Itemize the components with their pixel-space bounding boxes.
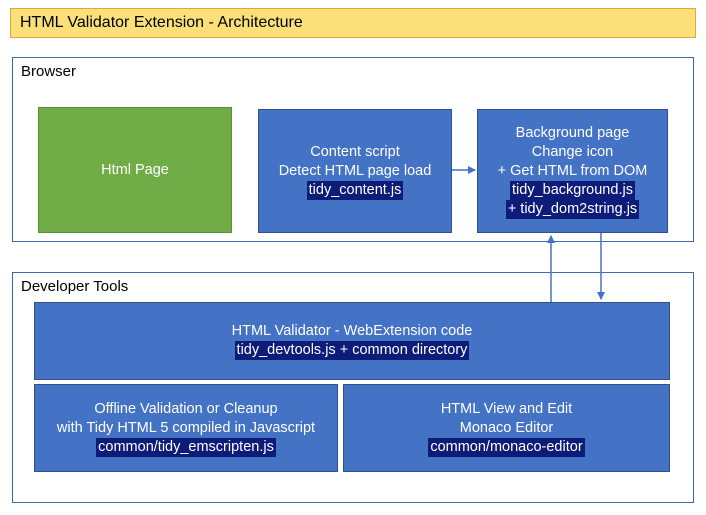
background-page-description-1: Change icon [531,143,614,160]
diagram-title-text: HTML Validator Extension - Architecture [20,14,303,31]
editor-box: HTML View and Edit Monaco Editor common/… [343,384,670,472]
editor-description: Monaco Editor [459,419,554,436]
offline-validation-title: Offline Validation or Cleanup [94,400,278,417]
background-page-file-1: tidy_background.js [510,180,635,200]
content-script-description: Detect HTML page load [278,162,432,179]
html-page-label: Html Page [101,161,169,178]
html-page-box: Html Page [38,107,232,233]
background-page-box: Background page Change icon + Get HTML f… [477,109,668,233]
background-page-title: Background page [515,124,630,141]
content-script-file: tidy_content.js [306,180,404,200]
validator-code-box: HTML Validator - WebExtension code tidy_… [34,302,670,380]
background-page-file-2: + tidy_dom2string.js [505,199,640,219]
validator-code-file: tidy_devtools.js + common directory [234,341,470,360]
content-script-box: Content script Detect HTML page load tid… [258,109,452,233]
offline-validation-box: Offline Validation or Cleanup with Tidy … [34,384,338,472]
offline-validation-description: with Tidy HTML 5 compiled in Javascript [56,419,316,436]
validator-code-title: HTML Validator - WebExtension code [231,323,473,339]
editor-title: HTML View and Edit [440,400,573,417]
diagram-title: HTML Validator Extension - Architecture [10,8,696,38]
browser-group-label: Browser [21,63,77,80]
content-script-title: Content script [310,143,400,160]
devtools-group-label: Developer Tools [21,278,129,295]
offline-validation-file: common/tidy_emscripten.js [96,437,276,457]
background-page-description-2: + Get HTML from DOM [497,162,648,179]
editor-file: common/monaco-editor [428,437,585,457]
